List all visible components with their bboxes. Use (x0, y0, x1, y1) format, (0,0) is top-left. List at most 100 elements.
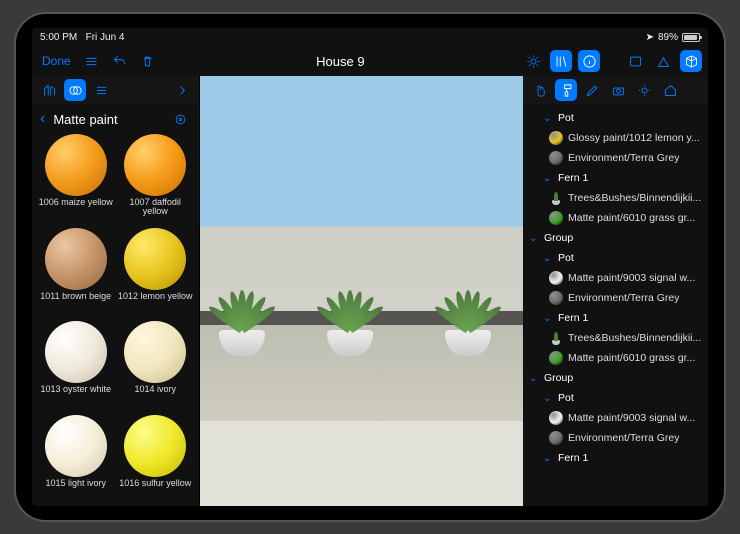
right-panel: ⌄ Pot Glossy paint/1012 lemon y... Environm… (523, 76, 708, 506)
tree-label: Matte paint/9003 signal w... (568, 412, 695, 424)
swatch-label: 1006 maize yellow (39, 198, 113, 218)
swatch-item[interactable]: 1011 brown beige (38, 228, 114, 320)
chevron-down-icon: ⌄ (543, 453, 553, 464)
chevron-down-icon: ⌄ (543, 173, 553, 184)
status-date: Fri Jun 4 (86, 32, 125, 43)
top-toolbar: Done House 9 (32, 46, 708, 76)
tree-label: Pot (558, 252, 574, 264)
chevron-down-icon: ⌄ (529, 233, 539, 244)
swatch-label: 1012 lemon yellow (118, 292, 193, 312)
chevron-down-icon: ⌄ (543, 253, 553, 264)
status-right: ➤ 89% (646, 32, 700, 43)
undo-icon[interactable] (109, 50, 131, 72)
tab-grab-icon[interactable] (529, 79, 551, 101)
battery-icon (682, 33, 700, 42)
swatch-ball (124, 134, 186, 196)
picker-icon[interactable] (169, 108, 191, 130)
swatch-grid: 1006 maize yellow 1007 daffodil yellow 1… (32, 134, 199, 506)
tab-sun-icon[interactable] (633, 79, 655, 101)
color-dot (549, 431, 563, 445)
swatch-item[interactable]: 1006 maize yellow (38, 134, 114, 226)
swatch-item[interactable]: 1016 sulfur yellow (118, 415, 194, 507)
status-time: 5:00 PM (40, 32, 77, 43)
swatch-label: 1015 light ivory (45, 479, 106, 499)
plant-icon (549, 191, 563, 205)
tree-item[interactable]: Matte paint/6010 grass gr... (523, 348, 708, 368)
left-header: ‹ Matte paint (32, 104, 199, 134)
tree-label: Trees&Bushes/Binnendijkii... (568, 332, 701, 344)
tree-item[interactable]: Glossy paint/1012 lemon y... (523, 128, 708, 148)
screenshot-icon[interactable] (624, 50, 646, 72)
tab-home-icon[interactable] (659, 79, 681, 101)
chevron-down-icon: ⌄ (543, 113, 553, 124)
done-button[interactable]: Done (38, 54, 75, 68)
tree-header[interactable]: ⌄ Fern 1 (523, 448, 708, 468)
swatch-label: 1007 daffodil yellow (118, 198, 194, 218)
right-tabs (523, 76, 708, 104)
tab-edit-icon[interactable] (581, 79, 603, 101)
tab-camera-icon[interactable] (607, 79, 629, 101)
tree-item[interactable]: Environment/Terra Grey (523, 428, 708, 448)
info-icon[interactable] (578, 50, 600, 72)
status-bar: 5:00 PM Fri Jun 4 ➤ 89% (32, 28, 708, 46)
tree-header[interactable]: ⌄ Pot (523, 388, 708, 408)
swatch-label: 1011 brown beige (40, 292, 111, 312)
tab-paint-icon[interactable] (555, 79, 577, 101)
tree-item[interactable]: Matte paint/6010 grass gr... (523, 208, 708, 228)
page-title: House 9 (316, 54, 364, 69)
tree-label: Trees&Bushes/Binnendijkii... (568, 192, 701, 204)
swatch-ball (124, 321, 186, 383)
library-icon[interactable] (550, 50, 572, 72)
color-dot (549, 131, 563, 145)
tree-header[interactable]: ⌄Group (523, 228, 708, 248)
menu-icon[interactable] (81, 50, 103, 72)
chevron-right-icon[interactable] (171, 79, 193, 101)
tree-item[interactable]: Environment/Terra Grey (523, 148, 708, 168)
light-icon[interactable] (522, 50, 544, 72)
back-icon[interactable]: ‹ (40, 110, 45, 128)
3d-view-icon[interactable] (680, 50, 702, 72)
swatch-item[interactable]: 1013 oyster white (38, 321, 114, 413)
tree-header[interactable]: ⌄Pot (523, 108, 708, 128)
tree-label: Fern 1 (558, 172, 588, 184)
elevation-icon[interactable] (652, 50, 674, 72)
swatch-label: 1014 ivory (134, 385, 176, 405)
tree-label: Group (544, 372, 573, 384)
trash-icon[interactable] (137, 50, 159, 72)
tab-list-icon[interactable] (90, 79, 112, 101)
battery-label: 89% (658, 32, 678, 43)
tree-item[interactable]: Trees&Bushes/Binnendijkii... (523, 328, 708, 348)
swatch-label: 1016 sulfur yellow (119, 479, 191, 499)
tree-item[interactable]: Trees&Bushes/Binnendijkii... (523, 188, 708, 208)
chevron-down-icon: ⌄ (529, 373, 539, 384)
tab-building-icon[interactable] (38, 79, 60, 101)
chevron-down-icon: ⌄ (543, 393, 553, 404)
tree-header[interactable]: ⌄Fern 1 (523, 308, 708, 328)
tab-materials-icon[interactable] (64, 79, 86, 101)
color-dot (549, 271, 563, 285)
swatch-ball (124, 228, 186, 290)
tree-label: Fern 1 (558, 452, 588, 464)
outline-tree: ⌄ Pot Glossy paint/1012 lemon y... Environm… (523, 104, 708, 506)
tree-label: Matte paint/9003 signal w... (568, 272, 695, 284)
tree-item[interactable]: Environment/Terra Grey (523, 288, 708, 308)
swatch-item[interactable]: 1007 daffodil yellow (118, 134, 194, 226)
plant-icon (549, 331, 563, 345)
location-icon: ➤ (646, 32, 654, 43)
viewport-3d[interactable] (200, 76, 523, 506)
tree-label: Fern 1 (558, 312, 588, 324)
tree-header[interactable]: ⌄ Fern 1 (523, 168, 708, 188)
tree-label: Matte paint/6010 grass gr... (568, 212, 695, 224)
swatch-item[interactable]: 1012 lemon yellow (118, 228, 194, 320)
tree-header[interactable]: ⌄ Group (523, 368, 708, 388)
tree-item[interactable]: Matte paint/9003 signal w... (523, 408, 708, 428)
tree-label: Pot (558, 392, 574, 404)
swatch-item[interactable]: 1015 light ivory (38, 415, 114, 507)
tree-label: Glossy paint/1012 lemon y... (568, 132, 700, 144)
swatch-item[interactable]: 1014 ivory (118, 321, 194, 413)
tree-header[interactable]: ⌄ Pot (523, 248, 708, 268)
color-dot (549, 411, 563, 425)
left-panel: ‹ Matte paint 1006 maize yellow 1007 daf… (32, 76, 200, 506)
tree-item[interactable]: Matte paint/9003 signal w... (523, 268, 708, 288)
tablet-frame: 5:00 PM Fri Jun 4 ➤ 89% Done House 9 (14, 12, 726, 522)
